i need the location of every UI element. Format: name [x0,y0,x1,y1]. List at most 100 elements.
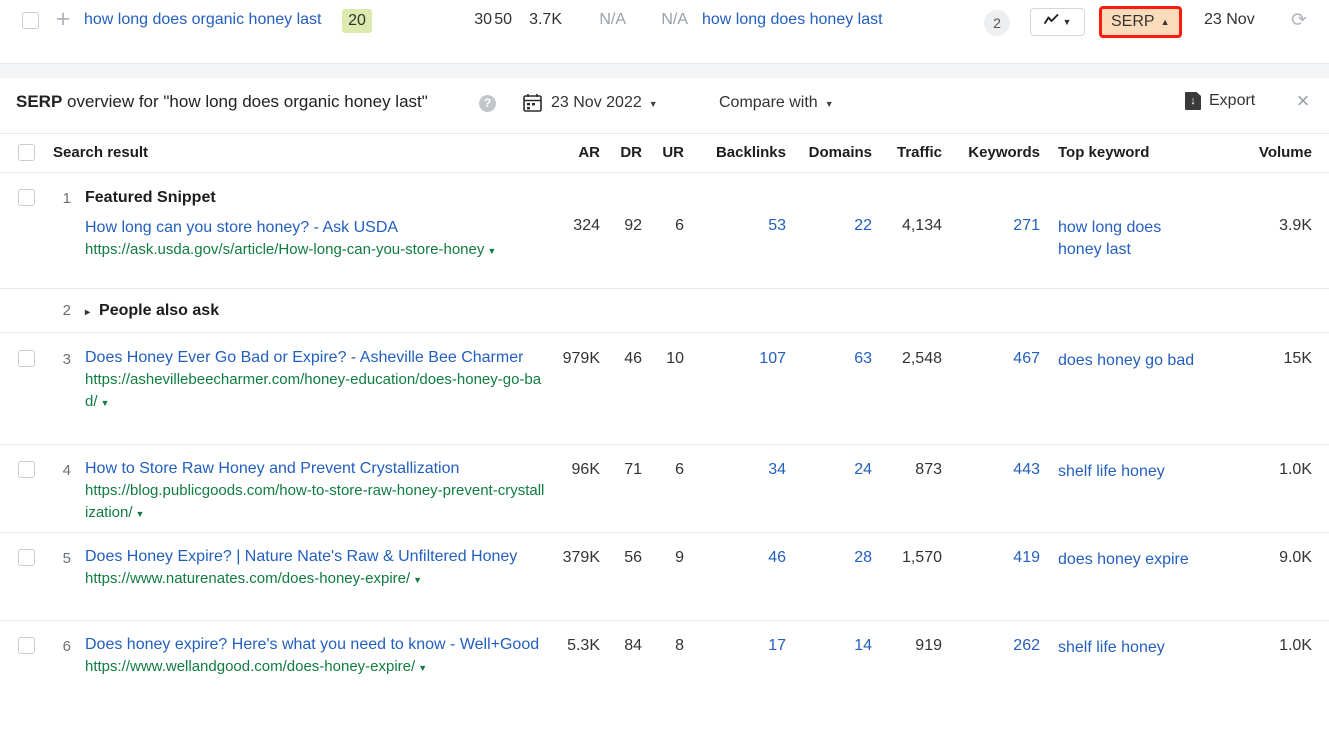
row-checkbox[interactable] [18,549,35,566]
chart-dropdown-button[interactable]: ▼ [1030,8,1085,36]
chevron-up-icon: ▲ [1160,17,1170,27]
keyword-link[interactable]: how long does organic honey last [84,9,324,31]
help-icon[interactable]: ? [479,95,496,112]
cell-domains[interactable]: 28 [792,549,872,567]
compare-with-dropdown[interactable]: Compare with ▼ [719,94,834,112]
cell-ur: 6 [675,217,684,234]
row-rank: 6 [62,638,71,655]
cell-keywords[interactable]: 262 [948,637,1040,655]
keyword-row: + how long does organic honey last 20 30… [0,0,1329,64]
cell-dr: 71 [624,461,642,478]
cell-keywords[interactable]: 271 [948,217,1040,235]
result-url-link[interactable]: https://www.wellandgood.com/does-honey-e… [85,656,545,679]
serp-toggle-button[interactable]: SERP ▲ [1099,6,1182,38]
result-title-link[interactable]: Does Honey Expire? | Nature Nate's Raw &… [85,545,545,568]
cell-volume: 9.0K [1279,549,1312,566]
column-header-search-result[interactable]: Search result [53,144,148,161]
cell-ar: 379K [562,549,600,566]
result-title-link[interactable]: How long can you store honey? - Ask USDA [85,216,545,239]
date-picker[interactable]: 23 Nov 2022 ▼ [551,94,658,112]
row-rank: 5 [62,550,71,567]
cell-top-keyword[interactable]: does honey expire [1058,549,1208,571]
result-url-link[interactable]: https://ask.usda.gov/s/article/How-long-… [85,239,545,262]
table-row: 3 Does Honey Ever Go Bad or Expire? - As… [0,332,1329,444]
cell-top-keyword[interactable]: shelf life honey [1058,461,1208,483]
calendar-icon[interactable] [523,93,542,117]
cell-domains[interactable]: 63 [792,350,872,368]
row-checkbox[interactable] [18,189,35,206]
cell-ar: 5.3K [567,637,600,654]
keyword-metric-volume: 3.7K [529,11,562,28]
cell-volume: 1.0K [1279,461,1312,478]
cell-domains[interactable]: 14 [792,637,872,655]
row-checkbox[interactable] [18,350,35,367]
result-title-link[interactable]: Does Honey Ever Go Bad or Expire? - Ashe… [85,346,545,369]
row-rank: 1 [62,190,71,207]
cell-traffic: 2,548 [901,350,942,367]
result-url-link[interactable]: https://blog.publicgoods.com/how-to-stor… [85,480,545,525]
line-chart-icon [1043,13,1059,31]
cell-volume: 3.9K [1279,217,1312,234]
cell-dr: 56 [624,549,642,566]
cell-keywords[interactable]: 443 [948,461,1040,479]
cell-traffic: 1,570 [901,549,942,566]
table-row: 2 ▸ People also ask [0,288,1329,332]
row-checkbox[interactable] [18,461,35,478]
search-result-cell: Featured Snippet How long can you store … [85,187,545,262]
chevron-down-icon: ▼ [648,99,658,109]
result-title-link[interactable]: Does honey expire? Here's what you need … [85,633,545,656]
cell-ur: 10 [666,350,684,367]
keyword-parent-topic[interactable]: how long does honey last [702,11,883,29]
keyword-metric-na-2: N/A [661,11,688,28]
search-result-cell: Does Honey Ever Go Bad or Expire? - Ashe… [85,346,545,414]
chevron-down-icon: ▼ [100,398,110,408]
cell-backlinks[interactable]: 34 [690,461,786,479]
column-header-backlinks[interactable]: Backlinks [690,144,786,161]
cell-backlinks[interactable]: 107 [690,350,786,368]
cell-keywords[interactable]: 467 [948,350,1040,368]
keyword-metric-na-1: N/A [599,11,626,28]
select-all-checkbox[interactable] [18,144,35,161]
export-label: Export [1209,92,1256,109]
serp-overview-header: SERP overview for "how long does organic… [0,78,1329,133]
result-url-link[interactable]: https://ashevillebeecharmer.com/honey-ed… [85,369,545,414]
cell-backlinks[interactable]: 46 [690,549,786,567]
keyword-row-checkbox[interactable] [22,12,39,29]
plus-icon[interactable]: + [52,7,74,32]
cell-keywords[interactable]: 419 [948,549,1040,567]
column-header-top-keyword[interactable]: Top keyword [1058,144,1149,161]
cell-domains[interactable]: 24 [792,461,872,479]
result-title-link[interactable]: How to Store Raw Honey and Prevent Cryst… [85,457,545,480]
cell-top-keyword[interactable]: shelf life honey [1058,637,1208,659]
result-url-link[interactable]: https://www.naturenates.com/does-honey-e… [85,568,545,591]
row-rank: 4 [62,462,71,479]
column-header-dr[interactable]: DR [606,144,642,161]
cell-domains[interactable]: 22 [792,217,872,235]
serp-results-table: Search result AR DR UR Backlinks Domains… [0,133,1329,708]
table-row: 5 Does Honey Expire? | Nature Nate's Raw… [0,532,1329,620]
search-result-cell[interactable]: ▸ People also ask [85,300,545,324]
column-header-keywords[interactable]: Keywords [948,144,1040,161]
cell-backlinks[interactable]: 17 [690,637,786,655]
cell-traffic: 4,134 [901,217,942,234]
serp-feature-label: ▸ People also ask [85,300,545,324]
refresh-icon[interactable]: ⟳ [1288,10,1310,32]
row-checkbox[interactable] [18,637,35,654]
column-header-volume[interactable]: Volume [1230,144,1312,161]
serp-features-count[interactable]: 2 [984,10,1010,36]
search-result-cell: Does Honey Expire? | Nature Nate's Raw &… [85,545,545,591]
column-header-traffic[interactable]: Traffic [878,144,942,161]
chevron-down-icon: ▼ [1062,17,1072,27]
keyword-difficulty-badge: 20 [342,9,372,33]
cell-backlinks[interactable]: 53 [690,217,786,235]
column-header-domains[interactable]: Domains [792,144,872,161]
expand-arrow-icon[interactable]: ▸ [85,307,90,318]
cell-top-keyword[interactable]: how long does honey last [1058,217,1208,261]
compare-with-label: Compare with [719,94,818,111]
cell-top-keyword[interactable]: does honey go bad [1058,350,1208,372]
cell-ar: 324 [573,217,600,234]
export-button[interactable]: ↓ Export [1185,92,1255,110]
column-header-ur[interactable]: UR [648,144,684,161]
close-icon[interactable]: × [1292,90,1314,112]
column-header-ar[interactable]: AR [560,144,600,161]
